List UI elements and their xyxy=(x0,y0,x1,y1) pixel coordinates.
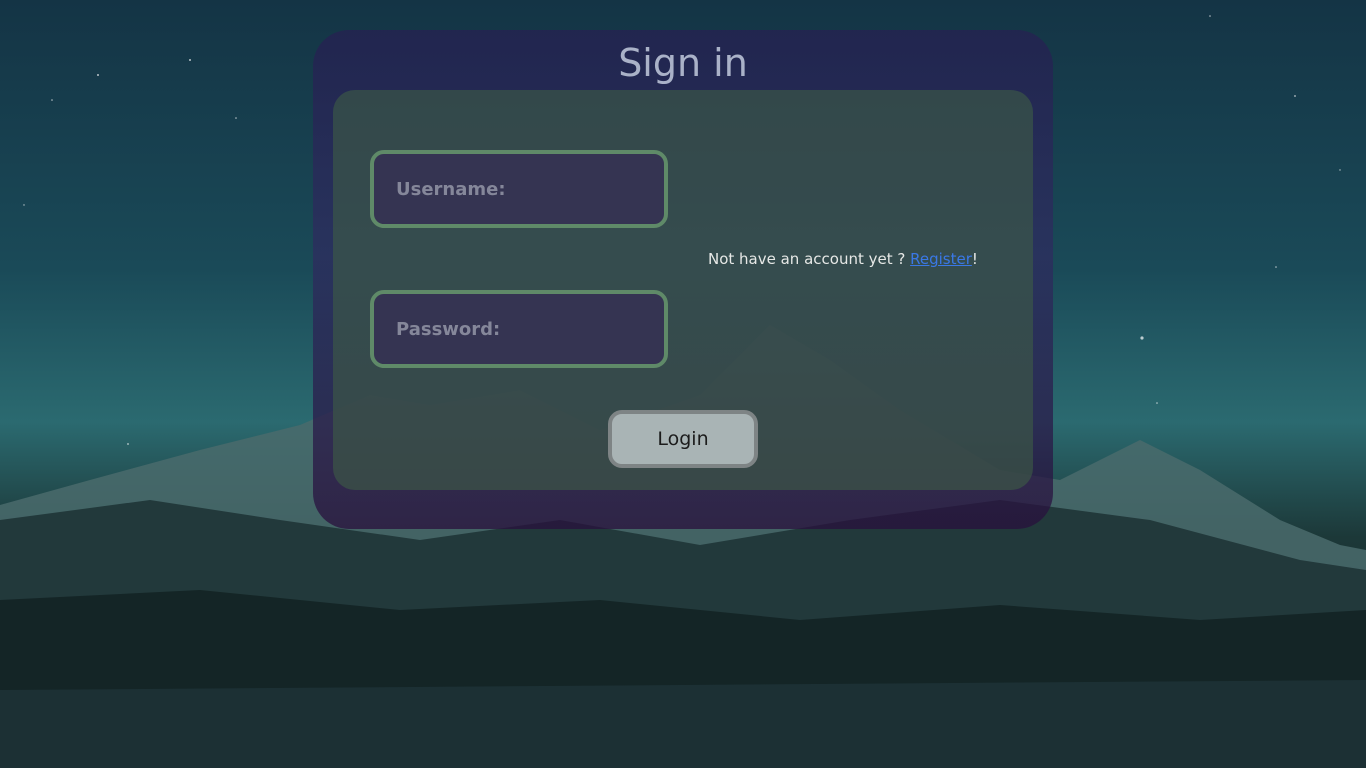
register-prompt-text: Not have an account yet ? xyxy=(708,250,911,268)
register-prompt: Not have an account yet ? Register! xyxy=(708,250,978,268)
login-button[interactable]: Login xyxy=(608,410,758,468)
signin-form-panel: Not have an account yet ? Register! Logi… xyxy=(333,90,1033,490)
register-suffix: ! xyxy=(971,250,978,268)
page-title: Sign in xyxy=(618,41,748,85)
username-input[interactable] xyxy=(370,150,668,228)
signin-card: Sign in Not have an account yet ? Regist… xyxy=(313,30,1053,529)
register-link[interactable]: Register xyxy=(910,250,972,268)
password-input[interactable] xyxy=(370,290,668,368)
